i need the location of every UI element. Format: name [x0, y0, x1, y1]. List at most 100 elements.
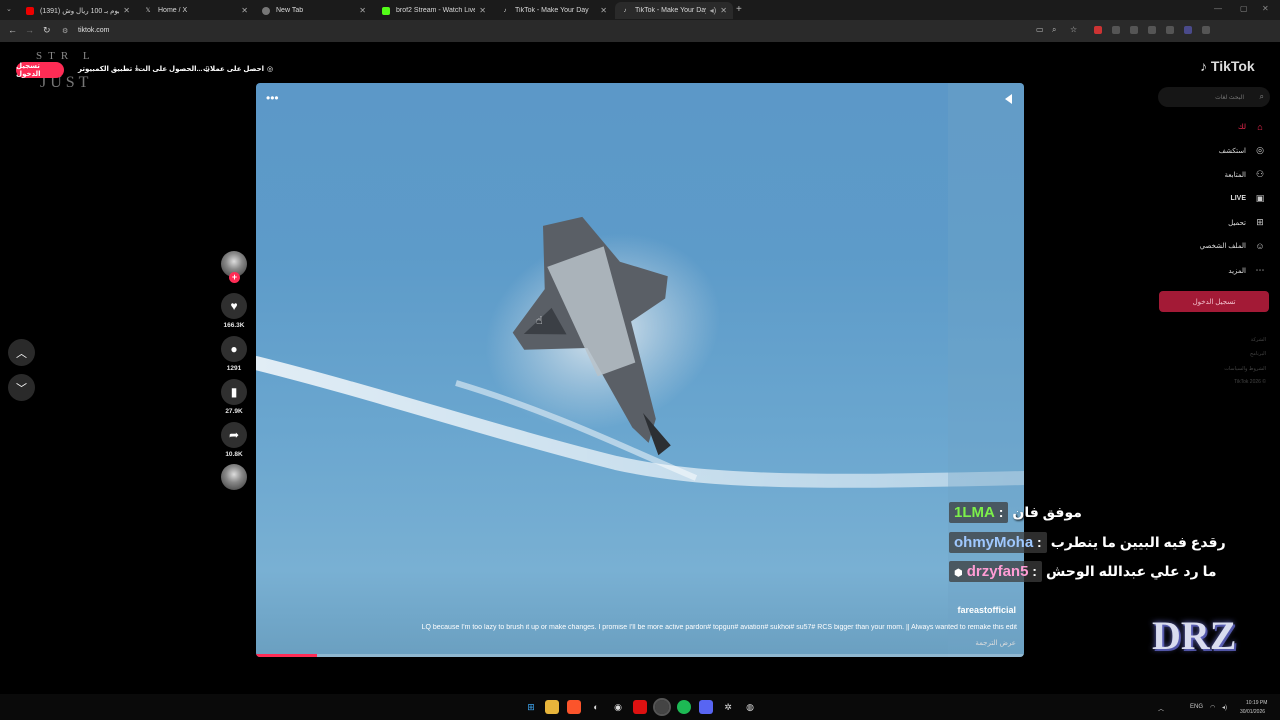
share-count: 10.8K: [225, 451, 243, 458]
discord-icon[interactable]: [699, 700, 713, 714]
close-icon[interactable]: ✕: [123, 6, 130, 15]
footer-company-link[interactable]: الشركة: [1251, 337, 1266, 343]
home-icon: ⌂: [1257, 122, 1263, 132]
login-button[interactable]: تسجيل الدخول: [16, 62, 64, 78]
extension-icon[interactable]: [1112, 26, 1120, 34]
site-info-icon[interactable]: ⚙: [62, 27, 68, 35]
windows-start-icon[interactable]: ⊞: [524, 700, 538, 714]
share-action[interactable]: ➦ 10.8K: [221, 422, 247, 458]
minimize-icon[interactable]: —: [1214, 4, 1222, 13]
forward-icon[interactable]: →: [25, 25, 34, 35]
window-close-icon[interactable]: ✕: [1262, 4, 1269, 13]
extension-icon[interactable]: [1094, 26, 1102, 34]
coin-icon: ◎: [267, 66, 274, 73]
extension-icon[interactable]: [1202, 26, 1210, 34]
app-icon[interactable]: ◐: [589, 700, 603, 714]
close-icon[interactable]: ✕: [600, 6, 607, 15]
app-icon[interactable]: ✲: [721, 700, 735, 714]
sidebar-item-following[interactable]: المتابعة ⚇: [1225, 169, 1266, 180]
clock-date[interactable]: 30/01/2026: [1240, 709, 1265, 715]
tab-x[interactable]: 𝕏 Home / X ✕: [138, 2, 254, 19]
more-icon: ⋯: [1255, 265, 1265, 275]
tab-tiktok-active[interactable]: ♪ TikTok - Make Your Day ◂) ✕: [615, 2, 733, 19]
volume-icon[interactable]: [1005, 94, 1012, 104]
tab-search-icon[interactable]: ⌄: [6, 5, 12, 13]
close-icon[interactable]: ✕: [479, 6, 486, 15]
netflix-icon[interactable]: [633, 700, 647, 714]
tab-new[interactable]: New Tab ✕: [256, 2, 372, 19]
video-player[interactable]: ••• fareastofficial LQ because I'm too l…: [256, 83, 1024, 657]
sidebar-item-upload[interactable]: تحميل ⊞: [1228, 217, 1266, 228]
tray-chevron-icon[interactable]: ︿: [1158, 704, 1164, 713]
close-icon[interactable]: ✕: [720, 6, 727, 15]
tiktok-logo[interactable]: ♪ TikTok: [1200, 58, 1255, 74]
comment-icon[interactable]: ●: [221, 336, 247, 362]
extension-icon[interactable]: [1148, 26, 1156, 34]
new-tab-button[interactable]: +: [736, 4, 742, 15]
chrome-taskbar-icon[interactable]: [653, 698, 671, 716]
search-input[interactable]: البحث لغات ⌕: [1158, 87, 1270, 107]
youtube-icon: [26, 6, 34, 15]
upload-icon: ⊞: [1256, 217, 1264, 227]
reload-icon[interactable]: ↻: [43, 25, 51, 36]
speaker-icon[interactable]: ◂): [710, 6, 717, 15]
tab-tiktok-1[interactable]: ♪ TikTok - Make Your Day ✕: [495, 2, 613, 19]
search-icon[interactable]: ⌕: [1260, 92, 1264, 102]
follow-plus-icon[interactable]: +: [229, 272, 240, 283]
tab-kick[interactable]: brof2 Stream - Watch Live on... ✕: [376, 2, 492, 19]
tab-youtube[interactable]: (1391) عشان يوم بـ 100 ريال وش... ✕: [20, 2, 136, 19]
brave-icon[interactable]: [567, 700, 581, 714]
share-icon[interactable]: ➦: [221, 422, 247, 448]
cast-icon[interactable]: ▭: [1036, 25, 1044, 34]
url-field[interactable]: tiktok.com: [78, 27, 110, 34]
next-video-button[interactable]: ﹀: [8, 374, 35, 401]
see-translation-link[interactable]: عرض الترجمة: [975, 639, 1016, 647]
save-action[interactable]: ▮ 27.9K: [221, 379, 247, 415]
sidebar-login-button[interactable]: تسجيل الدخول: [1159, 291, 1269, 312]
extension-icon[interactable]: [1166, 26, 1174, 34]
sidebar-item-profile[interactable]: الملف الشخصي ☺: [1200, 241, 1266, 251]
comment-action[interactable]: ● 1291: [221, 336, 247, 372]
close-icon[interactable]: ✕: [241, 6, 248, 15]
sound-disc-avatar[interactable]: [221, 464, 247, 490]
sidebar-item-more[interactable]: المزيد ⋯: [1228, 265, 1266, 276]
heart-icon[interactable]: ♥: [221, 293, 247, 319]
back-icon[interactable]: ←: [8, 25, 17, 35]
more-options-icon[interactable]: •••: [266, 91, 279, 105]
tab-title: New Tab: [276, 7, 304, 14]
language-indicator[interactable]: ENG: [1190, 704, 1203, 710]
footer-program-link[interactable]: البرنامج: [1250, 351, 1266, 357]
previous-video-button[interactable]: ︿: [8, 339, 35, 366]
following-icon: ⚇: [1255, 169, 1265, 179]
file-explorer-icon[interactable]: [545, 700, 559, 714]
get-coins-link[interactable]: احصل على عملات ◎: [203, 65, 273, 73]
volume-tray-icon[interactable]: ◂): [1222, 704, 1227, 711]
compass-icon: ◎: [1256, 145, 1264, 155]
sidebar-item-label: لك: [1237, 124, 1246, 131]
like-action[interactable]: ♥ 166.3K: [221, 293, 247, 329]
desktop-app-link[interactable]: تطبيق الكمبيوتر ⤓: [78, 65, 138, 73]
bookmark-star-icon[interactable]: ☆: [1070, 25, 1077, 34]
sidebar-item-live[interactable]: LIVE ▣: [1230, 193, 1266, 204]
sidebar-item-label: المتابعة: [1224, 171, 1246, 179]
maximize-icon[interactable]: ▢: [1240, 4, 1248, 13]
extension-icon[interactable]: [1130, 26, 1138, 34]
tiktok-icon: ♪: [503, 7, 507, 14]
video-author[interactable]: fareastofficial: [957, 605, 1016, 615]
bookmark-icon[interactable]: ▮: [221, 379, 247, 405]
clock-time[interactable]: 10:19 PM: [1246, 700, 1267, 706]
wifi-icon[interactable]: ◠: [1210, 704, 1215, 711]
sidebar-item-for-you[interactable]: لك ⌂: [1238, 122, 1266, 132]
spotify-icon[interactable]: [677, 700, 691, 714]
zoom-icon[interactable]: ⌕: [1052, 25, 1056, 35]
get-app-link[interactable]: الحصول على الت... ▯: [138, 65, 209, 73]
obs-icon[interactable]: ◍: [743, 700, 757, 714]
footer-terms-link[interactable]: الشروط والسياسات: [1224, 366, 1266, 372]
sidebar-item-explore[interactable]: استكشف ◎: [1219, 145, 1266, 156]
extension-icon[interactable]: [1184, 26, 1192, 34]
chat-username: 1LMA: [954, 504, 995, 521]
close-icon[interactable]: ✕: [359, 6, 366, 15]
overlay-letters: STR L: [36, 50, 96, 62]
video-progress-bar[interactable]: [256, 654, 1024, 657]
app-icon[interactable]: ◉: [611, 700, 625, 714]
